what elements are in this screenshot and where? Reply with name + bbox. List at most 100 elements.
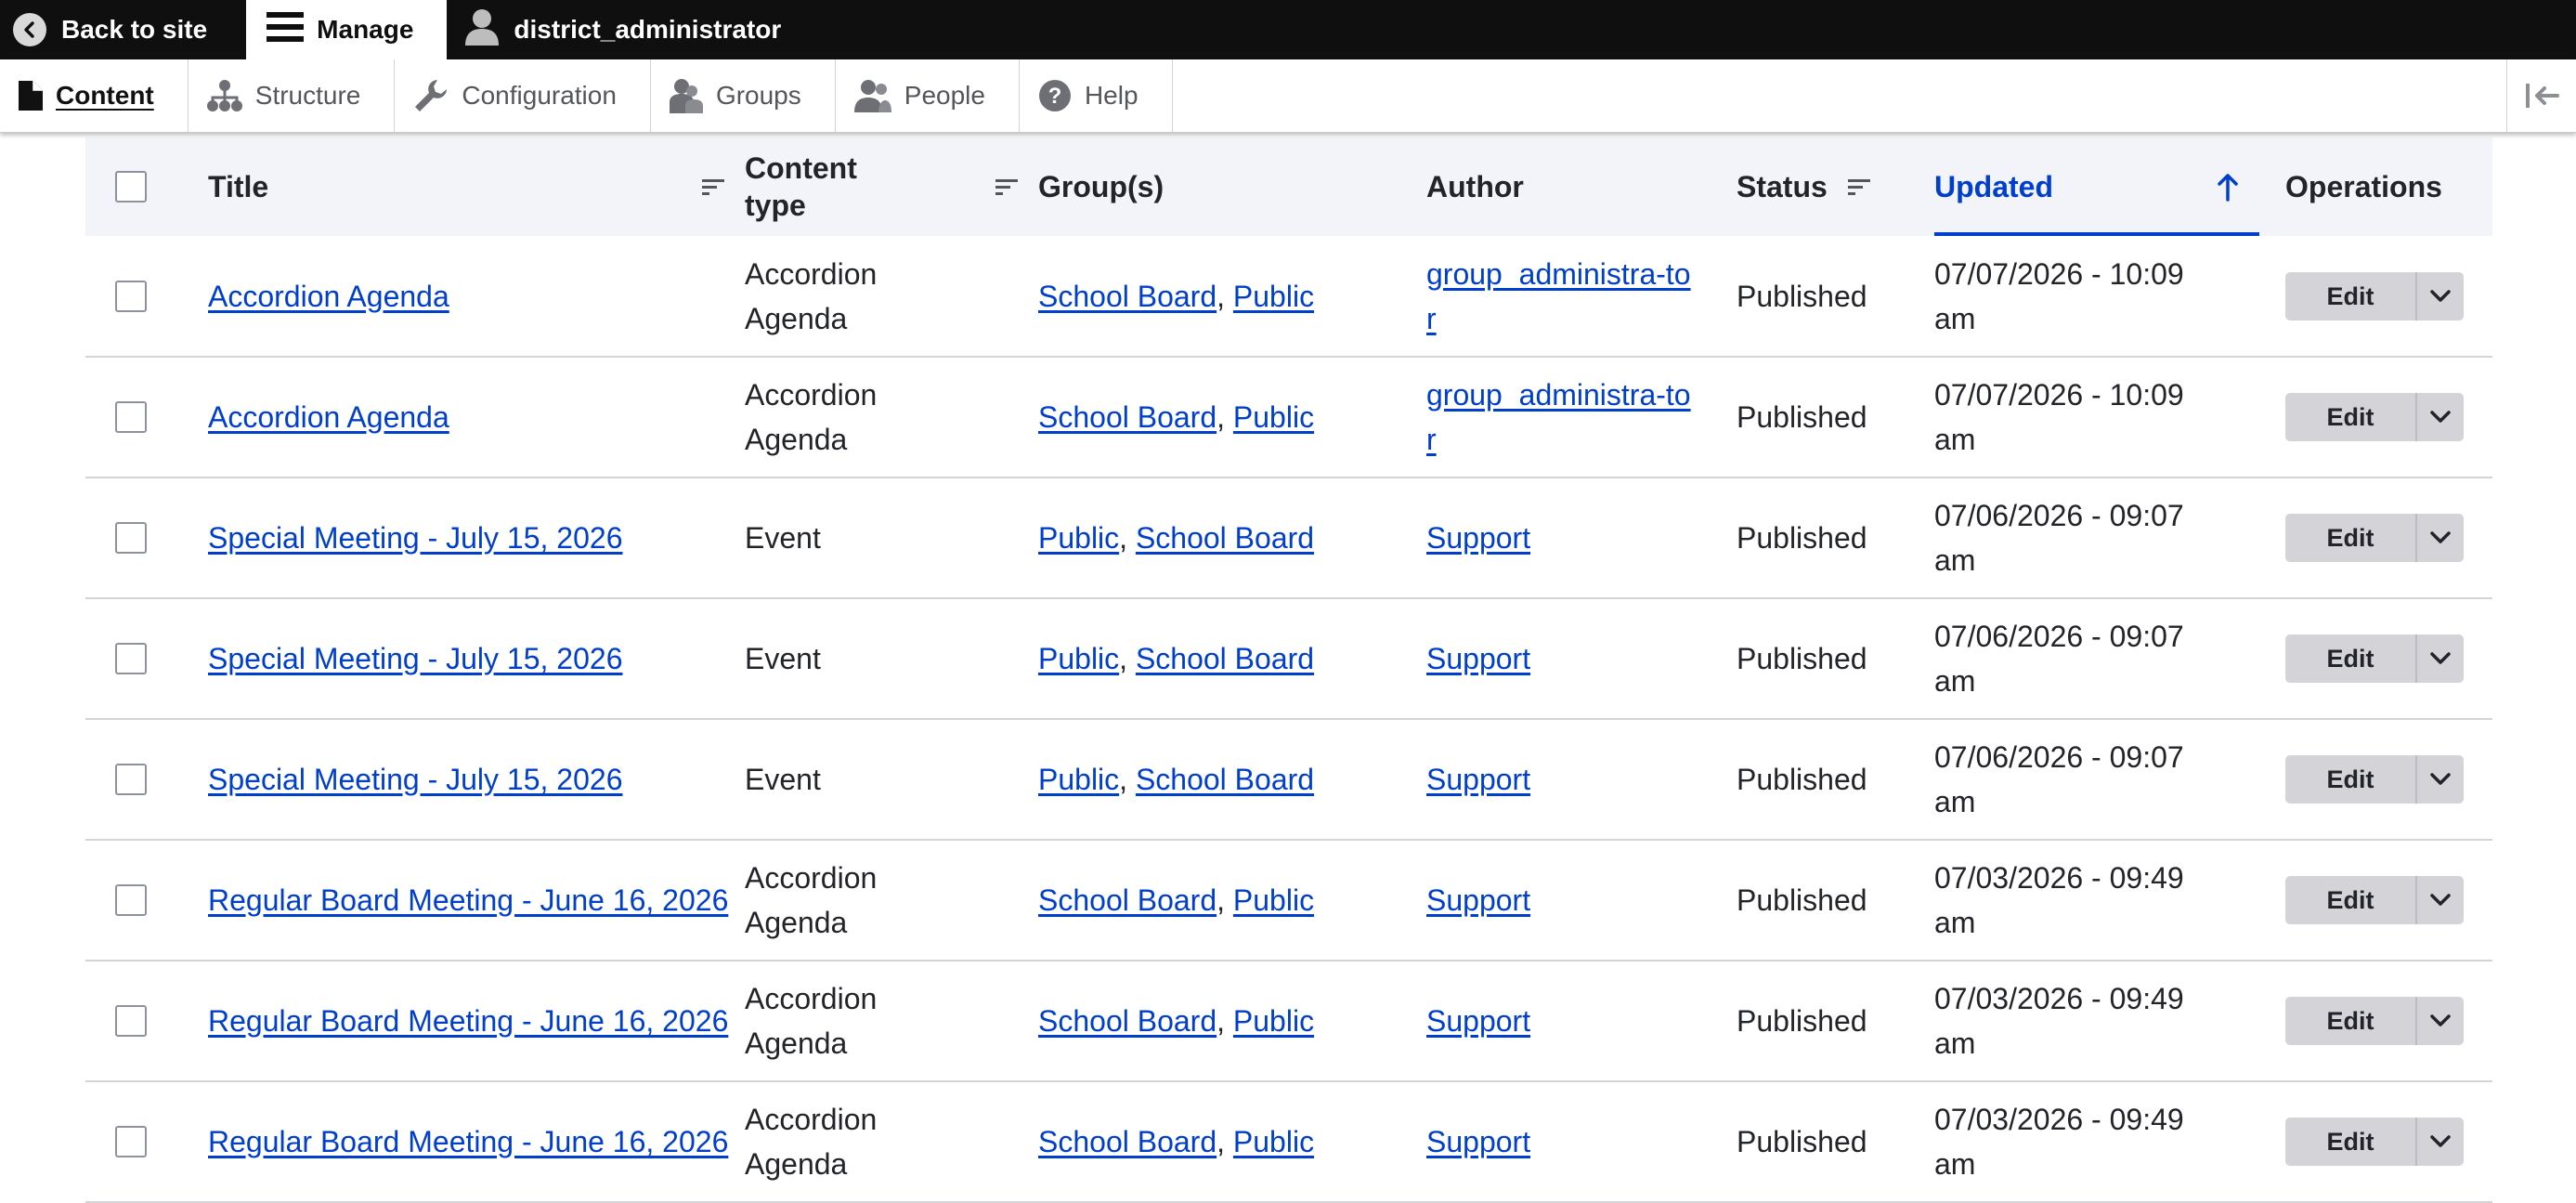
author-link[interactable]: Support xyxy=(1426,999,1530,1043)
title-link[interactable]: Special Meeting - July 15, 2026 xyxy=(208,642,622,675)
column-header-author: Author xyxy=(1426,170,1524,203)
title-link[interactable]: Accordion Agenda xyxy=(208,280,449,313)
author-link[interactable]: Support xyxy=(1426,757,1530,802)
row-checkbox[interactable] xyxy=(115,522,147,554)
group-link[interactable]: School Board xyxy=(1038,883,1216,917)
tray-item-groups[interactable]: Groups xyxy=(651,59,836,132)
select-cell xyxy=(85,961,208,1082)
operations-dropdown-toggle[interactable] xyxy=(2417,514,2464,562)
table-row: Regular Board Meeting - June 16, 2026 Ac… xyxy=(85,1081,2492,1203)
operations-cell: Edit xyxy=(2285,961,2492,1082)
operations-dropdown-toggle[interactable] xyxy=(2417,634,2464,683)
select-all-checkbox[interactable] xyxy=(115,171,147,203)
table-row: Accordion Agenda Accordion Agenda School… xyxy=(85,357,2492,478)
group-link[interactable]: School Board xyxy=(1038,400,1216,434)
table-row: Special Meeting - July 15, 2026 Event Pu… xyxy=(85,719,2492,841)
group-link[interactable]: Public xyxy=(1233,280,1314,313)
title-link[interactable]: Accordion Agenda xyxy=(208,400,449,434)
admin-tray: Content Structure Configuration Groups P… xyxy=(0,59,2576,133)
row-checkbox[interactable] xyxy=(115,280,147,312)
tray-item-label: Help xyxy=(1084,81,1138,110)
group-link[interactable]: Public xyxy=(1038,642,1119,675)
operations-dropdown-toggle[interactable] xyxy=(2417,1118,2464,1166)
operations-dropdown-toggle[interactable] xyxy=(2417,876,2464,924)
author-link[interactable]: Support xyxy=(1426,878,1530,922)
row-checkbox[interactable] xyxy=(115,643,147,674)
tray-item-people[interactable]: People xyxy=(836,59,1020,132)
edit-button[interactable]: Edit xyxy=(2285,1118,2417,1166)
sitemap-icon xyxy=(206,80,242,111)
updated-text: 07/03/2026 - 09:49 am xyxy=(1934,861,2184,939)
group-link[interactable]: School Board xyxy=(1038,1125,1216,1158)
group-link[interactable]: Public xyxy=(1233,1125,1314,1158)
column-header-updated[interactable]: Updated xyxy=(1934,137,2285,236)
edit-button[interactable]: Edit xyxy=(2285,271,2417,320)
group-link[interactable]: School Board xyxy=(1136,763,1314,796)
select-cell xyxy=(85,840,208,961)
operations-dropdown-toggle[interactable] xyxy=(2417,997,2464,1045)
author-link[interactable]: group_administra-tor xyxy=(1426,252,1696,341)
title-link[interactable]: Special Meeting - July 15, 2026 xyxy=(208,763,622,796)
group-link[interactable]: Public xyxy=(1038,763,1119,796)
title-cell: Accordion Agenda xyxy=(208,236,745,358)
author-link[interactable]: Support xyxy=(1426,516,1530,560)
operations-cell: Edit xyxy=(2285,236,2492,358)
column-header-status[interactable]: Status xyxy=(1737,137,1934,236)
content-type-text: Accordion Agenda xyxy=(745,861,878,939)
edit-button[interactable]: Edit xyxy=(2285,755,2417,804)
operations-dropdown-toggle[interactable] xyxy=(2417,755,2464,804)
group-link[interactable]: Public xyxy=(1233,1004,1314,1038)
tray-item-help[interactable]: ? Help xyxy=(1020,59,1173,132)
select-all-cell xyxy=(85,137,208,236)
edit-button[interactable]: Edit xyxy=(2285,634,2417,683)
edit-button[interactable]: Edit xyxy=(2285,393,2417,441)
manage-tab[interactable]: Manage xyxy=(246,0,448,59)
row-checkbox[interactable] xyxy=(115,884,147,916)
tray-item-content[interactable]: Content xyxy=(0,59,189,132)
title-link[interactable]: Regular Board Meeting - June 16, 2026 xyxy=(208,1004,728,1038)
sort-icon xyxy=(995,179,1018,195)
collapse-tray-button[interactable] xyxy=(2506,59,2576,132)
row-checkbox[interactable] xyxy=(115,764,147,795)
author-cell: Support xyxy=(1426,840,1737,961)
group-link[interactable]: Public xyxy=(1233,883,1314,917)
people-icon xyxy=(853,80,891,112)
content-type-cell: Accordion Agenda xyxy=(745,236,1038,358)
column-header-title[interactable]: Title xyxy=(208,137,745,236)
operations-cell: Edit xyxy=(2285,840,2492,961)
operations-cell: Edit xyxy=(2285,357,2492,478)
column-header-operations: Operations xyxy=(2285,170,2442,203)
column-header-content-type[interactable]: Content type xyxy=(745,137,1038,236)
group-link[interactable]: School Board xyxy=(1136,521,1314,555)
operations-dropdown-toggle[interactable] xyxy=(2417,271,2464,320)
user-tab[interactable]: district_administrator xyxy=(447,0,803,59)
tray-item-label: Structure xyxy=(254,81,361,110)
author-link[interactable]: group_administra-tor xyxy=(1426,373,1696,462)
back-to-site-link[interactable]: Back to site xyxy=(0,0,235,59)
chevron-down-icon xyxy=(2430,894,2451,906)
row-checkbox[interactable] xyxy=(115,401,147,433)
group-link[interactable]: School Board xyxy=(1038,280,1216,313)
author-link[interactable]: Support xyxy=(1426,636,1530,681)
edit-button[interactable]: Edit xyxy=(2285,997,2417,1045)
tray-item-configuration[interactable]: Configuration xyxy=(395,59,651,132)
title-link[interactable]: Special Meeting - July 15, 2026 xyxy=(208,521,622,555)
group-link[interactable]: School Board xyxy=(1038,1004,1216,1038)
title-link[interactable]: Regular Board Meeting - June 16, 2026 xyxy=(208,883,728,917)
operations-dropdown-toggle[interactable] xyxy=(2417,393,2464,441)
content-table: Title Content type Group(s) Author Statu… xyxy=(85,137,2492,1203)
select-cell xyxy=(85,477,208,599)
group-link[interactable]: Public xyxy=(1233,400,1314,434)
edit-button[interactable]: Edit xyxy=(2285,514,2417,562)
content-type-text: Accordion Agenda xyxy=(745,982,878,1060)
group-link[interactable]: School Board xyxy=(1136,642,1314,675)
edit-button[interactable]: Edit xyxy=(2285,876,2417,924)
group-link[interactable]: Public xyxy=(1038,521,1119,555)
row-checkbox[interactable] xyxy=(115,1126,147,1157)
author-cell: group_administra-tor xyxy=(1426,357,1737,478)
author-link[interactable]: Support xyxy=(1426,1119,1530,1164)
tray-item-structure[interactable]: Structure xyxy=(189,59,396,132)
groups-cell: Public, School Board xyxy=(1038,477,1426,599)
title-link[interactable]: Regular Board Meeting - June 16, 2026 xyxy=(208,1125,728,1158)
row-checkbox[interactable] xyxy=(115,1005,147,1037)
